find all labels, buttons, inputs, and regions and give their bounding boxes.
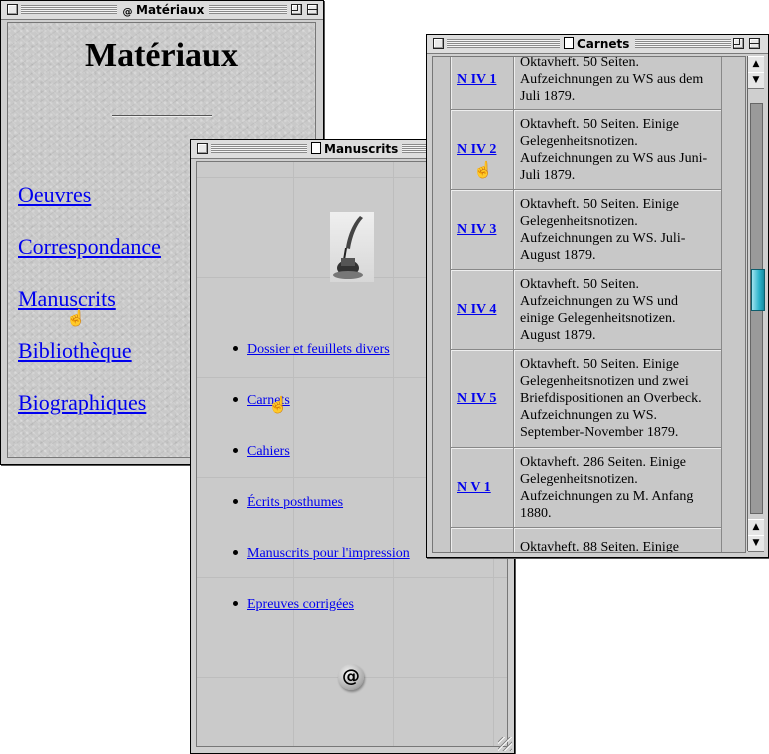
bullet [233, 499, 238, 504]
at-symbol: @ [342, 666, 360, 687]
table-row: N IV 3 Oktavheft. 50 Seiten. Einige Geleg… [450, 189, 722, 270]
notebook-icon [564, 37, 574, 49]
link-dossier-feuillets[interactable]: Dossier et feuillets divers [247, 342, 390, 357]
scroll-thumb[interactable] [751, 269, 765, 311]
scroll-up-arrow-icon[interactable]: ▲ [748, 56, 764, 73]
link-carnets[interactable]: Carnets [247, 393, 290, 408]
page-title: Matériaux [85, 37, 238, 74]
table-row: N V 1 Oktavheft. 286 Seiten. Einige Geleg… [450, 447, 722, 528]
title-stripes [21, 5, 117, 14]
link-cahiers[interactable]: Cahiers [247, 444, 290, 459]
close-box[interactable] [7, 4, 18, 15]
close-box[interactable] [197, 143, 208, 154]
bullet [233, 448, 238, 453]
link-manuscrits-impression[interactable]: Manuscrits pour l'impression [247, 546, 410, 561]
link-correspondance[interactable]: Correspondance [18, 234, 161, 260]
resize-grip[interactable] [498, 737, 512, 751]
scroll-track[interactable] [750, 103, 765, 514]
table-row: N IV 4 Oktavheft. 50 Seiten. Aufzeichnung… [450, 269, 722, 350]
title-stripes [209, 5, 287, 14]
carnet-code-link[interactable]: N IV 5 [457, 391, 496, 406]
at-sign-icon[interactable]: @ [338, 664, 364, 690]
title-stripes [635, 39, 731, 48]
description-cell: Oktavheft. 50 Seiten. Einige Gelegenheit… [513, 349, 722, 448]
close-box[interactable] [433, 38, 444, 49]
scroll-down-arrow-icon[interactable]: ▼ [748, 535, 764, 552]
collapse-box[interactable] [307, 4, 318, 15]
carnets-titlebar[interactable]: Carnets [427, 35, 768, 54]
link-biographiques[interactable]: Biographiques [18, 390, 146, 416]
list-item: Epreuves corrigées [233, 597, 354, 613]
link-manuscrits[interactable]: Manuscrits [18, 286, 116, 312]
carnets-window: Carnets N IV 1 Oktavheft. 50 Seiten. Aufz… [426, 34, 769, 558]
link-bibliotheque[interactable]: Bibliothèque [18, 338, 132, 364]
code-cell: N IV 4 [450, 269, 514, 350]
carnets-content: N IV 1 Oktavheft. 50 Seiten. Aufzeichnung… [432, 56, 746, 553]
zoom-box[interactable] [733, 38, 744, 49]
description-cell: Oktavheft. 50 Seiten. Aufzeichnungen zu … [513, 57, 722, 110]
code-cell: N IV 3 [450, 189, 514, 270]
code-cell: N IV 2 [450, 109, 514, 190]
code-cell: N IV 5 [450, 349, 514, 448]
table-row: N IV 2 Oktavheft. 50 Seiten. Einige Geleg… [450, 109, 722, 190]
table-row: Oktavheft. 88 Seiten. Einige [450, 527, 722, 552]
bullet [233, 550, 238, 555]
carnet-code-link[interactable]: N V 1 [457, 480, 491, 495]
bullet [233, 346, 238, 351]
scroll-down-arrow-icon[interactable]: ▼ [748, 72, 764, 89]
list-item: Dossier et feuillets divers [233, 342, 390, 358]
code-cell: N IV 1 [450, 57, 514, 110]
carnet-code-link[interactable]: N IV 2 [457, 142, 496, 157]
collapse-box[interactable] [749, 38, 760, 49]
at-sign-icon: @ [122, 7, 133, 18]
description-cell: Oktavheft. 50 Seiten. Aufzeichnungen zu … [513, 269, 722, 350]
divider [112, 115, 212, 117]
zoom-box[interactable] [291, 4, 302, 15]
code-cell: N V 1 [450, 447, 514, 528]
scroll-up-arrow-icon[interactable]: ▲ [748, 519, 764, 536]
link-epreuves-corrigees[interactable]: Epreuves corrigées [247, 597, 354, 612]
list-item: Carnets [233, 393, 290, 409]
description-cell: Oktavheft. 50 Seiten. Einige Gelegenheit… [513, 189, 722, 270]
carnet-code-link[interactable]: N IV 1 [457, 72, 496, 87]
window-title-text: Manuscrits [324, 142, 399, 156]
carnet-code-link[interactable]: N IV 3 [457, 222, 496, 237]
window-title-text: Carnets [577, 37, 630, 51]
quill-inkwell-image [330, 212, 374, 282]
link-ecrits-posthumes[interactable]: Écrits posthumes [247, 495, 343, 510]
description-cell: Oktavheft. 50 Seiten. Einige Gelegenheit… [513, 109, 722, 190]
window-title: Carnets [560, 37, 634, 52]
window-title: @ Matériaux [118, 3, 209, 18]
window-title-text: Matériaux [136, 3, 205, 17]
link-oeuvres[interactable]: Oeuvres [18, 182, 91, 208]
vertical-scrollbar[interactable]: ▲ ▼ ▲ ▼ [747, 56, 765, 552]
window-title: Manuscrits [307, 142, 403, 157]
list-item: Cahiers [233, 444, 290, 460]
table-row: N IV 5 Oktavheft. 50 Seiten. Einige Geleg… [450, 349, 722, 448]
bullet [233, 397, 238, 402]
title-stripes [211, 144, 307, 153]
pointing-hand-cursor-icon: ☝ [66, 310, 86, 327]
carnets-table: N IV 1 Oktavheft. 50 Seiten. Aufzeichnung… [450, 57, 722, 552]
materiaux-titlebar[interactable]: @ Matériaux [1, 1, 323, 20]
description-cell: Oktavheft. 88 Seiten. Einige [513, 527, 722, 552]
code-cell [450, 527, 514, 552]
list-item: Manuscrits pour l'impression [233, 546, 410, 562]
carnet-code-link[interactable]: N IV 4 [457, 302, 496, 317]
bullet [233, 601, 238, 606]
table-row: N IV 1 Oktavheft. 50 Seiten. Aufzeichnung… [450, 57, 722, 110]
description-cell: Oktavheft. 286 Seiten. Einige Gelegenhei… [513, 447, 722, 528]
title-stripes [447, 39, 561, 48]
list-item: Écrits posthumes [233, 495, 343, 511]
document-icon [311, 142, 321, 154]
